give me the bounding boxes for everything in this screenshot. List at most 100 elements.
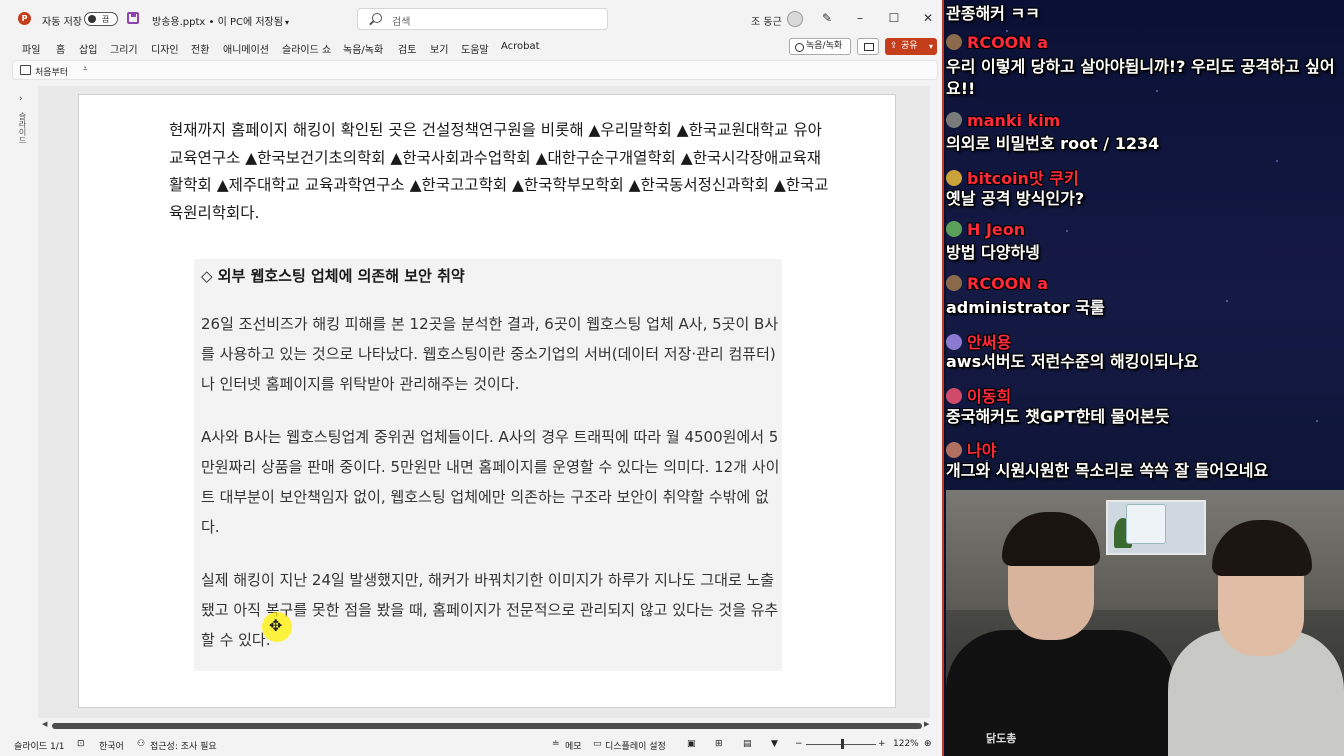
chat-username: manki kim: [946, 111, 1060, 130]
article-card[interactable]: ◇ 외부 웹호스팅 업체에 의존해 보안 취약 26일 조선비즈가 해킹 피해를…: [194, 259, 782, 671]
scroll-right-icon[interactable]: ▶: [924, 720, 929, 728]
shelf-box: [1126, 504, 1166, 544]
chat-message: 방법 다양하넹: [946, 243, 1040, 262]
intro-text[interactable]: 현재까지 홈페이지 해킹이 확인된 곳은 건설정책연구원을 비롯해 ▲우리말학회…: [169, 117, 829, 227]
tab-review[interactable]: 검토: [398, 41, 416, 56]
record-button[interactable]: 녹음/녹화: [789, 38, 851, 55]
slideshow-view-icon[interactable]: ▼: [771, 739, 778, 749]
tab-view[interactable]: 보기: [430, 41, 448, 56]
search-input[interactable]: 검색: [357, 8, 608, 30]
horizontal-scrollbar[interactable]: ◀ ▶: [38, 720, 930, 732]
tab-animations[interactable]: 애니메이션: [223, 41, 269, 56]
comment-icon[interactable]: [857, 38, 879, 55]
chat-username: 나야: [946, 437, 996, 461]
close-button[interactable]: ✕: [920, 10, 936, 26]
pen-icon[interactable]: ✎: [822, 11, 834, 25]
chat-message: 의외로 비밀번호 root / 1234: [946, 134, 1160, 153]
display-icon: ▭: [593, 739, 602, 749]
autosave-state: 끔: [102, 15, 110, 24]
toggle-knob: [88, 15, 96, 23]
zoom-in-icon[interactable]: +: [878, 739, 886, 749]
user-name[interactable]: 조 동근: [751, 13, 782, 28]
scroll-left-icon[interactable]: ◀: [42, 720, 47, 728]
save-icon[interactable]: [127, 12, 139, 24]
chat-message: 중국해커도 챗GPT한테 물어본듯: [946, 407, 1170, 426]
status-bar: 슬라이드 1/1 ⊡ 한국어 ⚇ 접근성: 조사 필요 ≐ 메모 ▭ 디스플레이…: [0, 734, 942, 756]
document-title[interactable]: 방송용.pptx • 이 PC에 저장됨 ▾: [152, 13, 289, 28]
share-button[interactable]: 공유: [885, 38, 937, 55]
chat-username-text: manki kim: [967, 111, 1061, 130]
user-badge-icon: [946, 221, 962, 237]
chat-username-text: RCOON a: [967, 33, 1049, 52]
notes-icon: ≐: [552, 739, 560, 749]
normal-view-icon[interactable]: ▣: [687, 739, 696, 749]
card-paragraph: A사와 B사는 웹호스팅업계 중위권 업체들이다. A사의 경우 트래픽에 따라…: [201, 428, 780, 536]
tab-slideshow[interactable]: 슬라이드 쇼: [282, 41, 331, 56]
chat-username: H Jeon: [946, 220, 1025, 239]
spellcheck-icon[interactable]: ⊡: [77, 739, 85, 749]
shirt-logo: 닭도총: [986, 732, 1017, 745]
webcam-feed: 닭도총: [946, 490, 1344, 756]
chat-message: 옛날 공격 방식인가?: [946, 189, 1085, 208]
display-settings-button[interactable]: 디스플레이 설정: [605, 739, 666, 752]
slideshow-icon[interactable]: [20, 65, 31, 75]
tab-insert[interactable]: 삽입: [79, 41, 97, 56]
chevron-right-icon[interactable]: ›: [19, 94, 23, 104]
chat-username: 안써용: [946, 329, 1011, 353]
chat-message: 관종해커 ㅋㅋ: [946, 4, 1040, 23]
tab-record[interactable]: 녹음/녹화: [343, 41, 383, 56]
chat-username-text: 이동희: [967, 387, 1012, 406]
tab-design[interactable]: 디자인: [151, 41, 179, 56]
minimize-button[interactable]: –: [852, 10, 868, 26]
tab-help[interactable]: 도움말: [461, 41, 489, 56]
tab-acrobat[interactable]: Acrobat: [501, 41, 540, 52]
powerpoint-window: P 자동 저장 끔 방송용.pptx • 이 PC에 저장됨 ▾ 검색 조 동근 …: [0, 0, 944, 756]
chevron-down-icon[interactable]: ⩡: [83, 64, 88, 74]
autosave-toggle[interactable]: 끔: [84, 12, 118, 26]
user-badge-icon: [946, 34, 962, 50]
chat-username-text: H Jeon: [967, 220, 1026, 239]
search-placeholder: 검색: [392, 17, 411, 28]
notes-button[interactable]: 메모: [565, 739, 582, 752]
chevron-down-icon: ▾: [284, 18, 289, 27]
left-person-body: [946, 630, 1176, 756]
tab-transitions[interactable]: 전환: [191, 41, 209, 56]
user-badge-icon: [946, 170, 962, 186]
tab-file[interactable]: 파일: [22, 41, 40, 56]
slide-number: 슬라이드 1/1: [14, 742, 65, 752]
reading-view-icon[interactable]: ▤: [743, 739, 752, 749]
zoom-level[interactable]: 122%: [893, 739, 919, 749]
from-start-button[interactable]: 처음부터: [35, 65, 68, 78]
title-bar: P 자동 저장 끔 방송용.pptx • 이 PC에 저장됨 ▾ 검색 조 동근 …: [0, 0, 942, 38]
rail-label: 슬라이드: [18, 112, 27, 144]
chat-message: 개그와 시원시원한 목소리로 쏙쏙 잘 들어오네요: [946, 461, 1269, 480]
card-paragraph: 실제 해킹이 지난 24일 발생했지만, 해커가 바꿔치기한 이미지가 하루가 …: [201, 571, 779, 649]
search-icon: [372, 13, 382, 23]
tab-home[interactable]: 홈: [56, 41, 65, 56]
user-badge-icon: [946, 275, 962, 291]
document-title-text: 방송용.pptx • 이 PC에 저장됨: [152, 17, 283, 28]
accessibility-icon: ⚇: [137, 739, 146, 749]
chat-username-text: bitcoin맛 쿠키: [967, 169, 1079, 188]
slide[interactable]: 현재까지 홈페이지 해킹이 확인된 곳은 건설정책연구원을 비롯해 ▲우리말학회…: [78, 94, 896, 708]
user-badge-icon: [946, 442, 962, 458]
chat-message: 우리 이렇게 당하고 살아야됩니까!? 우리도 공격하고 싶어요!!: [946, 57, 1335, 98]
language-label[interactable]: 한국어: [99, 739, 124, 752]
ribbon-toolbar: 처음부터 ⩡: [12, 60, 938, 80]
chat-username: RCOON a: [946, 33, 1048, 52]
ribbon-tabs: 파일 홈 삽입 그리기 디자인 전환 애니메이션 슬라이드 쇼 녹음/녹화 검토…: [0, 38, 942, 58]
slide-canvas: 현재까지 홈페이지 해킹이 확인된 곳은 건설정책연구원을 비롯해 ▲우리말학회…: [38, 86, 930, 718]
chat-username: RCOON a: [946, 274, 1048, 293]
accessibility-status[interactable]: 접근성: 조사 필요: [150, 739, 217, 752]
chat-username: bitcoin맛 쿠키: [946, 165, 1079, 189]
zoom-out-icon[interactable]: −: [795, 739, 803, 749]
zoom-slider-knob[interactable]: [841, 739, 844, 749]
scrollbar-thumb[interactable]: [52, 723, 922, 729]
user-badge-icon: [946, 112, 962, 128]
tab-draw[interactable]: 그리기: [110, 41, 138, 56]
chat-message: aws서버도 저런수준의 해킹이되나요: [946, 352, 1199, 371]
fit-to-window-icon[interactable]: ⊕: [924, 739, 932, 749]
slide-sorter-icon[interactable]: ⊞: [715, 739, 723, 749]
maximize-button[interactable]: ☐: [886, 10, 902, 26]
avatar[interactable]: [787, 11, 803, 27]
